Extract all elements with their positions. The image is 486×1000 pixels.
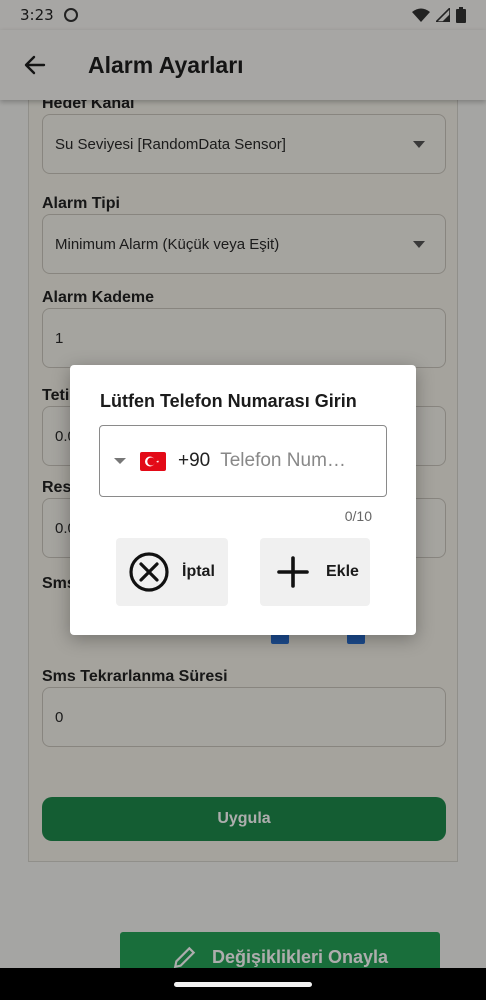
country-code: +90 [178, 450, 211, 471]
plus-icon [277, 556, 309, 588]
phone-number-field[interactable]: +90 Telefon Numarası [99, 425, 387, 497]
phone-number-input[interactable]: Telefon Numarası [220, 450, 350, 472]
cancel-label: İptal [182, 563, 215, 580]
character-counter: 0/10 [344, 508, 372, 524]
dialog-title: Lütfen Telefon Numarası Girin [100, 391, 357, 411]
add-label: Ekle [326, 563, 359, 580]
navigation-bar [0, 968, 486, 1000]
close-circle-icon [129, 552, 169, 592]
add-button[interactable]: Ekle [260, 538, 370, 606]
cancel-button[interactable]: İptal [116, 538, 228, 606]
country-dropdown-icon[interactable] [114, 458, 126, 464]
turkey-flag-icon[interactable] [140, 451, 166, 471]
phone-number-dialog: Lütfen Telefon Numarası Girin +90 Telefo… [70, 365, 416, 635]
home-gesture-handle[interactable] [174, 981, 312, 987]
